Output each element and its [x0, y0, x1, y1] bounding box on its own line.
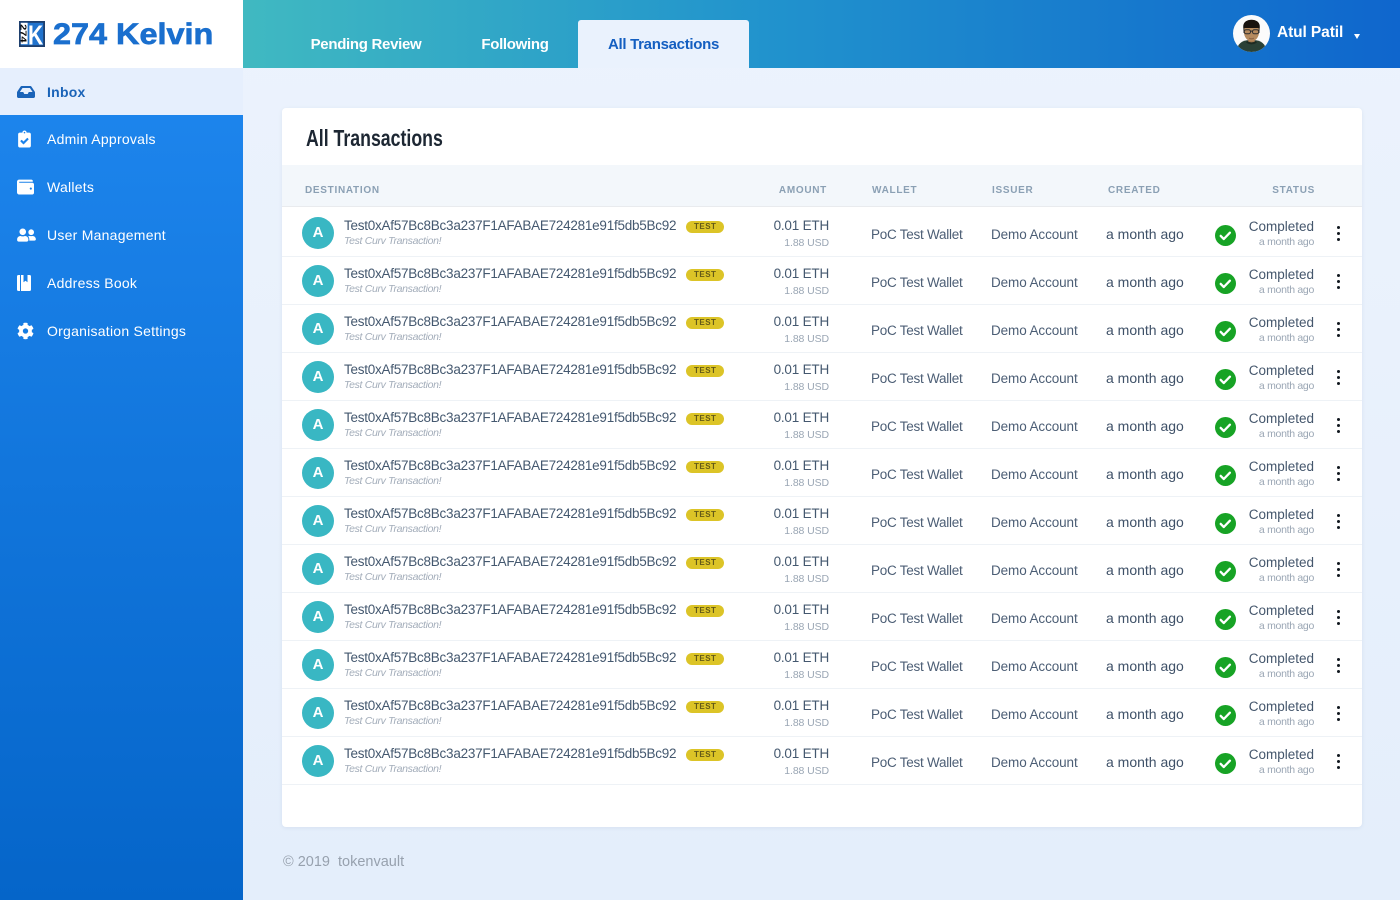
svg-text:K: K	[28, 21, 43, 47]
